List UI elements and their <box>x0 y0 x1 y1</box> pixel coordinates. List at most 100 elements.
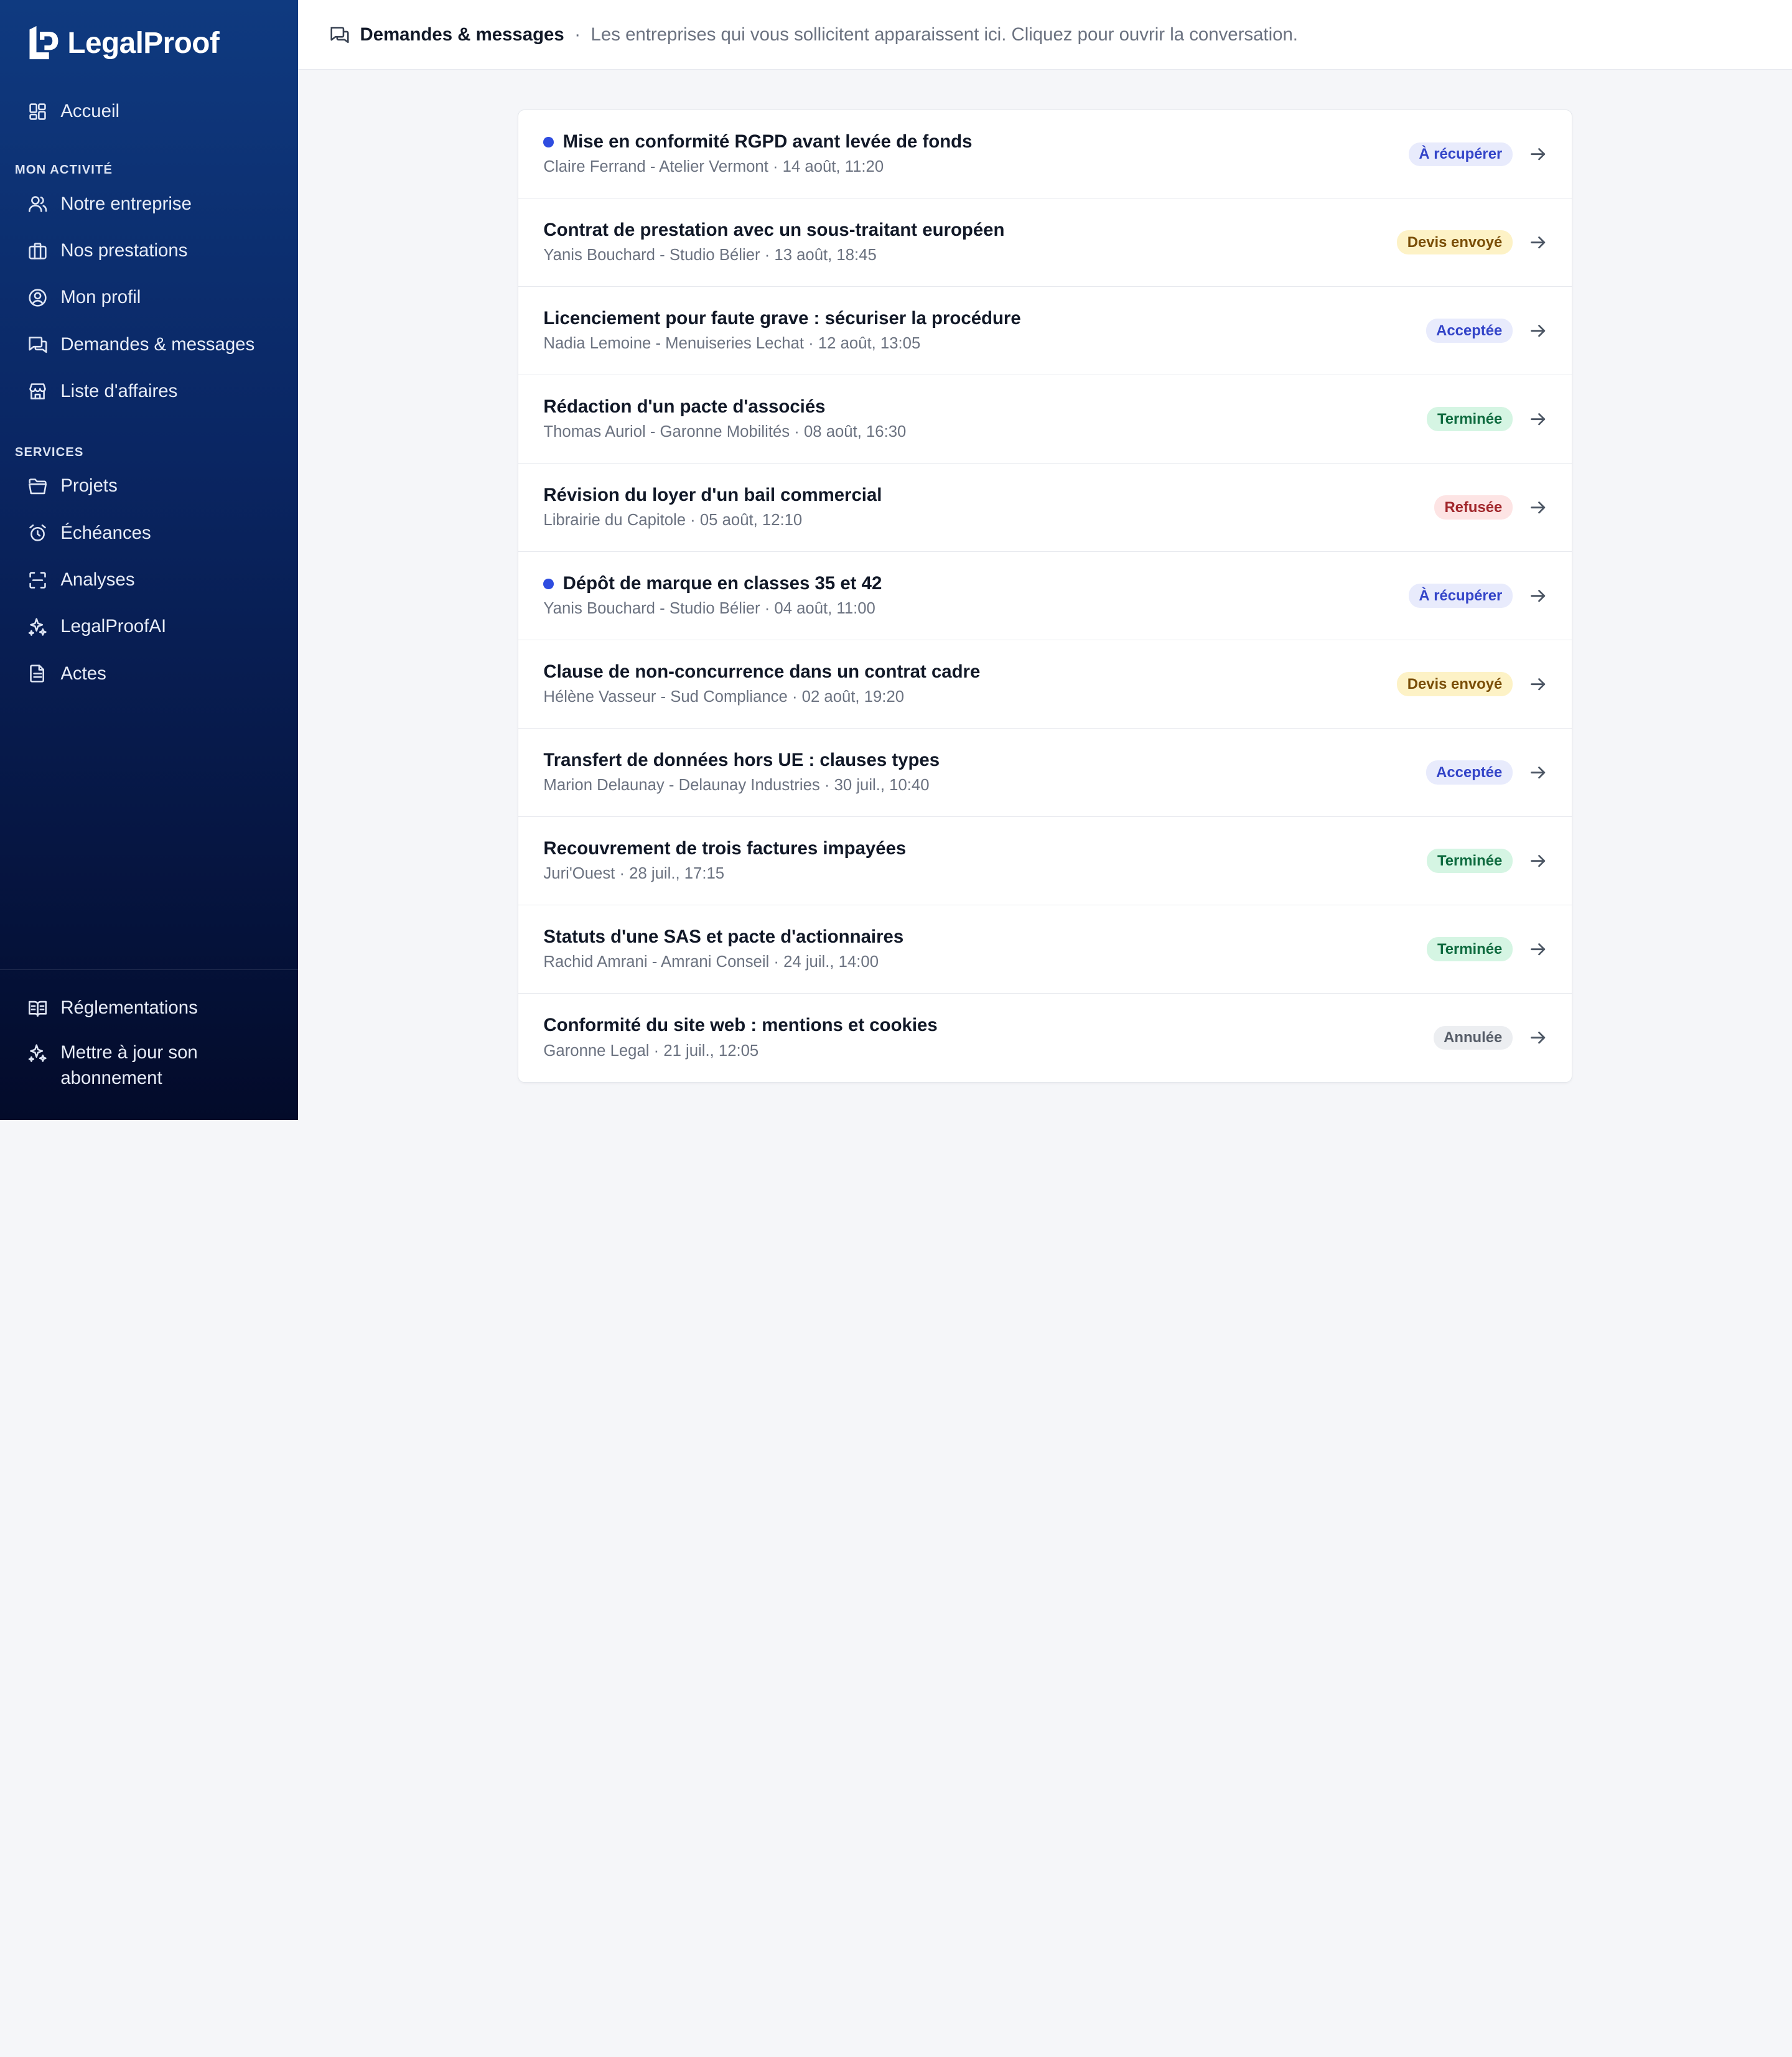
sidebar-item-demandes-messages[interactable]: Demandes & messages <box>0 321 298 368</box>
sidebar-item-legalproofai[interactable]: LegalProofAI <box>0 604 298 650</box>
request-meta: Yanis Bouchard - Studio Bélier · 13 août… <box>543 246 877 264</box>
request-title: Dépôt de marque en classes 35 et 42 <box>562 572 882 594</box>
request-title-line: Recouvrement de trois factures impayées <box>543 837 1427 861</box>
request-title-line: Rédaction d'un pacte d'associés <box>543 396 1427 419</box>
activity-items: Notre entreprise Nos prestations Mon profi… <box>0 180 298 414</box>
status-badge: Terminée <box>1427 849 1513 873</box>
messages-icon <box>27 334 48 355</box>
request-text: Dépôt de marque en classes 35 et 42 Yanis… <box>543 572 1408 619</box>
arrow-right-icon[interactable] <box>1529 940 1547 958</box>
brand[interactable]: LegalProof <box>26 25 220 62</box>
request-title-line: Mise en conformité RGPD avant levée de f… <box>543 131 1408 154</box>
request-meta: Hélène Vasseur - Sud Compliance · 02 aoû… <box>543 688 905 706</box>
sidebar-item-label: Notre entreprise <box>60 193 192 214</box>
nav-top: Accueil <box>0 88 298 134</box>
request-row[interactable]: Statuts d'une SAS et pacte d'actionnaire… <box>518 905 1572 994</box>
arrow-right-icon[interactable] <box>1529 233 1547 251</box>
request-text: Mise en conformité RGPD avant levée de f… <box>543 131 1408 177</box>
request-title: Statuts d'une SAS et pacte d'actionnaire… <box>543 926 904 947</box>
page-header: Demandes & messages · Les entreprises qu… <box>298 0 1792 70</box>
sidebar-item-notre-entreprise[interactable]: Notre entreprise <box>0 180 298 227</box>
status-badge: Devis envoyé <box>1397 230 1513 255</box>
status-badge: Refusée <box>1434 495 1513 520</box>
request-row[interactable]: Recouvrement de trois factures impayées J… <box>518 817 1572 906</box>
request-text: Clause de non-concurrence dans un contra… <box>543 661 1397 707</box>
sidebar-item-label: Projets <box>60 475 118 497</box>
request-row[interactable]: Rédaction d'un pacte d'associés Thomas Au… <box>518 375 1572 464</box>
store-icon <box>27 381 48 401</box>
folder-icon <box>27 476 48 497</box>
request-text: Licenciement pour faute grave : sécurise… <box>543 307 1426 354</box>
request-title: Révision du loyer d'un bail commercial <box>543 485 882 506</box>
sidebar-item-mettre-a-jour-son-abonnement[interactable]: Mettre à jour son abonnement <box>0 1032 298 1100</box>
arrow-right-icon[interactable] <box>1529 145 1547 163</box>
sidebar-item-analyses[interactable]: Analyses <box>0 556 298 603</box>
arrow-right-icon[interactable] <box>1529 763 1547 781</box>
request-meta: Yanis Bouchard - Studio Bélier · 04 août… <box>543 600 875 618</box>
arrow-right-icon[interactable] <box>1529 410 1547 428</box>
request-title: Clause de non-concurrence dans un contra… <box>543 661 981 682</box>
request-meta: Garonne Legal · 21 juil., 12:05 <box>543 1042 759 1060</box>
sidebar-item-nos-prestations[interactable]: Nos prestations <box>0 227 298 274</box>
user-circle-icon <box>27 287 48 308</box>
scan-icon <box>27 570 48 590</box>
request-title: Recouvrement de trois factures impayées <box>543 837 907 859</box>
sidebar-footer: Réglementations Mettre à jour son abonnem… <box>0 969 299 1100</box>
header-separator: · <box>574 24 581 45</box>
request-row[interactable]: Révision du loyer d'un bail commercial Li… <box>518 464 1572 553</box>
sidebar-item-accueil[interactable]: Accueil <box>0 88 298 134</box>
request-row[interactable]: Clause de non-concurrence dans un contra… <box>518 640 1572 729</box>
request-title: Transfert de données hors UE : clauses t… <box>543 749 940 770</box>
brand-name: LegalProof <box>67 27 220 60</box>
sidebar-item-label: Mettre à jour son abonnement <box>60 1042 198 1088</box>
sidebar-item-label: Accueil <box>60 101 120 122</box>
arrow-right-icon[interactable] <box>1529 1028 1547 1047</box>
sidebar-item-label: Échéances <box>60 522 151 543</box>
sidebar-item-label: Demandes & messages <box>60 334 255 355</box>
alarm-icon <box>27 523 48 543</box>
request-meta: Nadia Lemoine - Menuiseries Lechat · 12 … <box>543 335 921 353</box>
arrow-right-icon[interactable] <box>1529 587 1547 605</box>
unread-dot-icon <box>543 579 554 589</box>
request-title-line: Clause de non-concurrence dans un contra… <box>543 661 1397 684</box>
sidebar-item-label: Mon profil <box>60 287 141 308</box>
sidebar-item-mon-profil[interactable]: Mon profil <box>0 274 298 321</box>
request-text: Contrat de prestation avec un sous-trait… <box>543 219 1397 266</box>
request-row[interactable]: Conformité du site web : mentions et coo… <box>518 994 1572 1082</box>
sidebar-item-label: Actes <box>60 663 106 684</box>
sidebar-item-actes[interactable]: Actes <box>0 650 298 697</box>
status-badge: À récupérer <box>1408 584 1513 608</box>
services-items: Projets Échéances Analyses LegalProofAI Acte… <box>0 463 298 697</box>
arrow-right-icon[interactable] <box>1529 675 1547 693</box>
request-text: Révision du loyer d'un bail commercial Li… <box>543 484 1434 531</box>
request-meta: Marion Delaunay - Delaunay Industries · … <box>543 777 930 795</box>
arrow-right-icon[interactable] <box>1529 322 1547 340</box>
request-title: Conformité du site web : mentions et coo… <box>543 1015 938 1036</box>
document-icon <box>27 663 48 684</box>
sidebar-item-echeances[interactable]: Échéances <box>0 510 298 556</box>
sidebar-item-label: Liste d'affaires <box>60 381 178 401</box>
request-title: Licenciement pour faute grave : sécurise… <box>543 308 1021 329</box>
sidebar-item-liste-d-affaires[interactable]: Liste d'affaires <box>0 368 298 414</box>
request-row[interactable]: Mise en conformité RGPD avant levée de f… <box>518 110 1572 199</box>
status-badge: Annulée <box>1433 1025 1513 1050</box>
arrow-right-icon[interactable] <box>1529 498 1547 516</box>
request-row[interactable]: Licenciement pour faute grave : sécurise… <box>518 287 1572 376</box>
nav-services: SERVICES Projets Échéances Analyses LegalPr… <box>0 442 298 697</box>
request-meta: Thomas Auriol - Garonne Mobilités · 08 a… <box>543 423 907 441</box>
request-row[interactable]: Transfert de données hors UE : clauses t… <box>518 729 1572 818</box>
request-meta: Juri'Ouest · 28 juil., 17:15 <box>543 865 725 883</box>
request-text: Statuts d'une SAS et pacte d'actionnaire… <box>543 926 1427 973</box>
request-title: Contrat de prestation avec un sous-trait… <box>543 220 1005 241</box>
sidebar-item-label: Réglementations <box>60 997 198 1019</box>
arrow-right-icon[interactable] <box>1529 852 1547 870</box>
app-window: LegalProof Accueil MON ACTIVITÉ Notre en… <box>0 0 1792 1120</box>
sidebar-item-reglementations[interactable]: Réglementations <box>0 984 298 1031</box>
sidebar-item-projets[interactable]: Projets <box>0 463 298 510</box>
legalproof-logo-icon <box>26 25 59 62</box>
sidebar-item-label: Nos prestations <box>60 240 188 261</box>
request-row[interactable]: Contrat de prestation avec un sous-trait… <box>518 198 1572 287</box>
request-row[interactable]: Dépôt de marque en classes 35 et 42 Yanis… <box>518 552 1572 641</box>
sidebar-item-label: Analyses <box>60 569 135 590</box>
section-services: SERVICES <box>14 445 84 459</box>
